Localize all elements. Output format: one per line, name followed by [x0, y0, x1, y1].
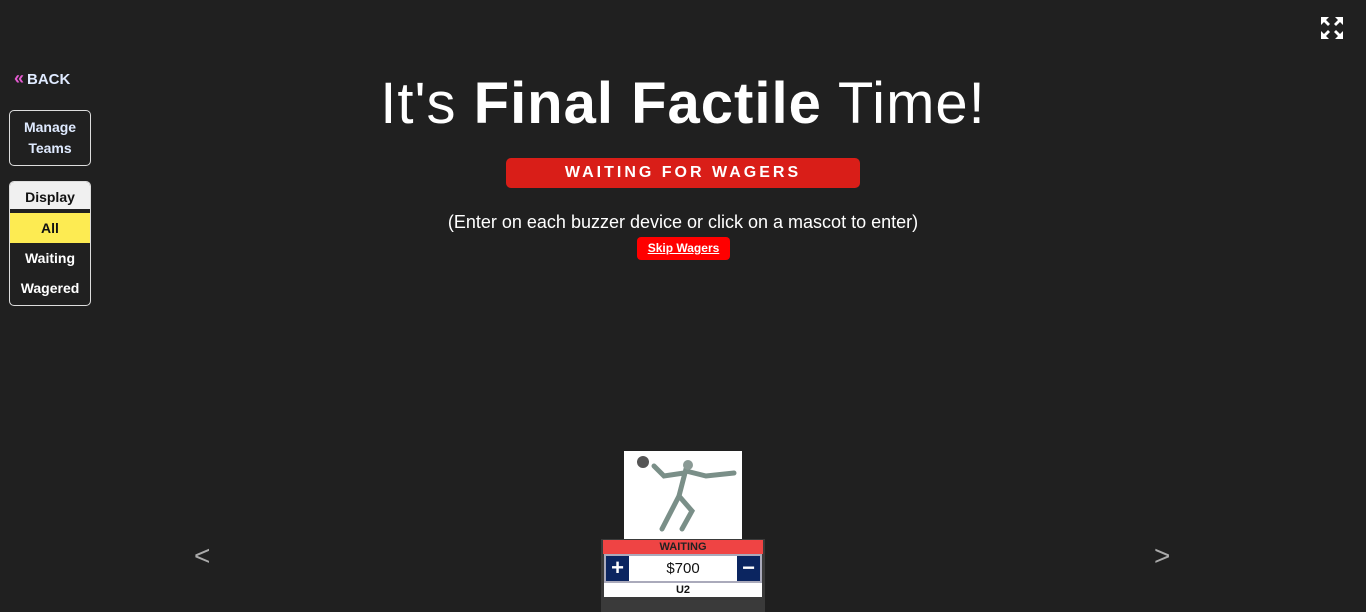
team-name: U2	[604, 583, 762, 597]
instructions-text: (Enter on each buzzer device or click on…	[447, 212, 919, 232]
wager-stepper: + $700 −	[604, 554, 762, 583]
page-title: It's Final Factile Time!	[380, 71, 986, 136]
minus-button[interactable]: −	[737, 556, 760, 581]
wager-amount[interactable]: $700	[629, 556, 737, 581]
display-header: Display	[10, 182, 90, 213]
team-status: WAITING	[603, 540, 763, 554]
plus-button[interactable]: +	[606, 556, 629, 581]
status-banner: WAITING FOR WAGERS	[506, 158, 860, 188]
display-filter: Display All Waiting Wagered	[9, 181, 91, 306]
fullscreen-icon[interactable]	[1321, 17, 1343, 39]
team-card: WAITING + $700 − U2	[601, 539, 765, 612]
team-mascot-image[interactable]	[624, 451, 742, 539]
filter-waiting[interactable]: Waiting	[10, 243, 90, 273]
filter-wagered[interactable]: Wagered	[10, 273, 90, 303]
prev-arrow[interactable]: <	[194, 540, 210, 572]
next-arrow[interactable]: >	[1154, 540, 1170, 572]
skip-wagers-button[interactable]: Skip Wagers	[637, 237, 730, 260]
